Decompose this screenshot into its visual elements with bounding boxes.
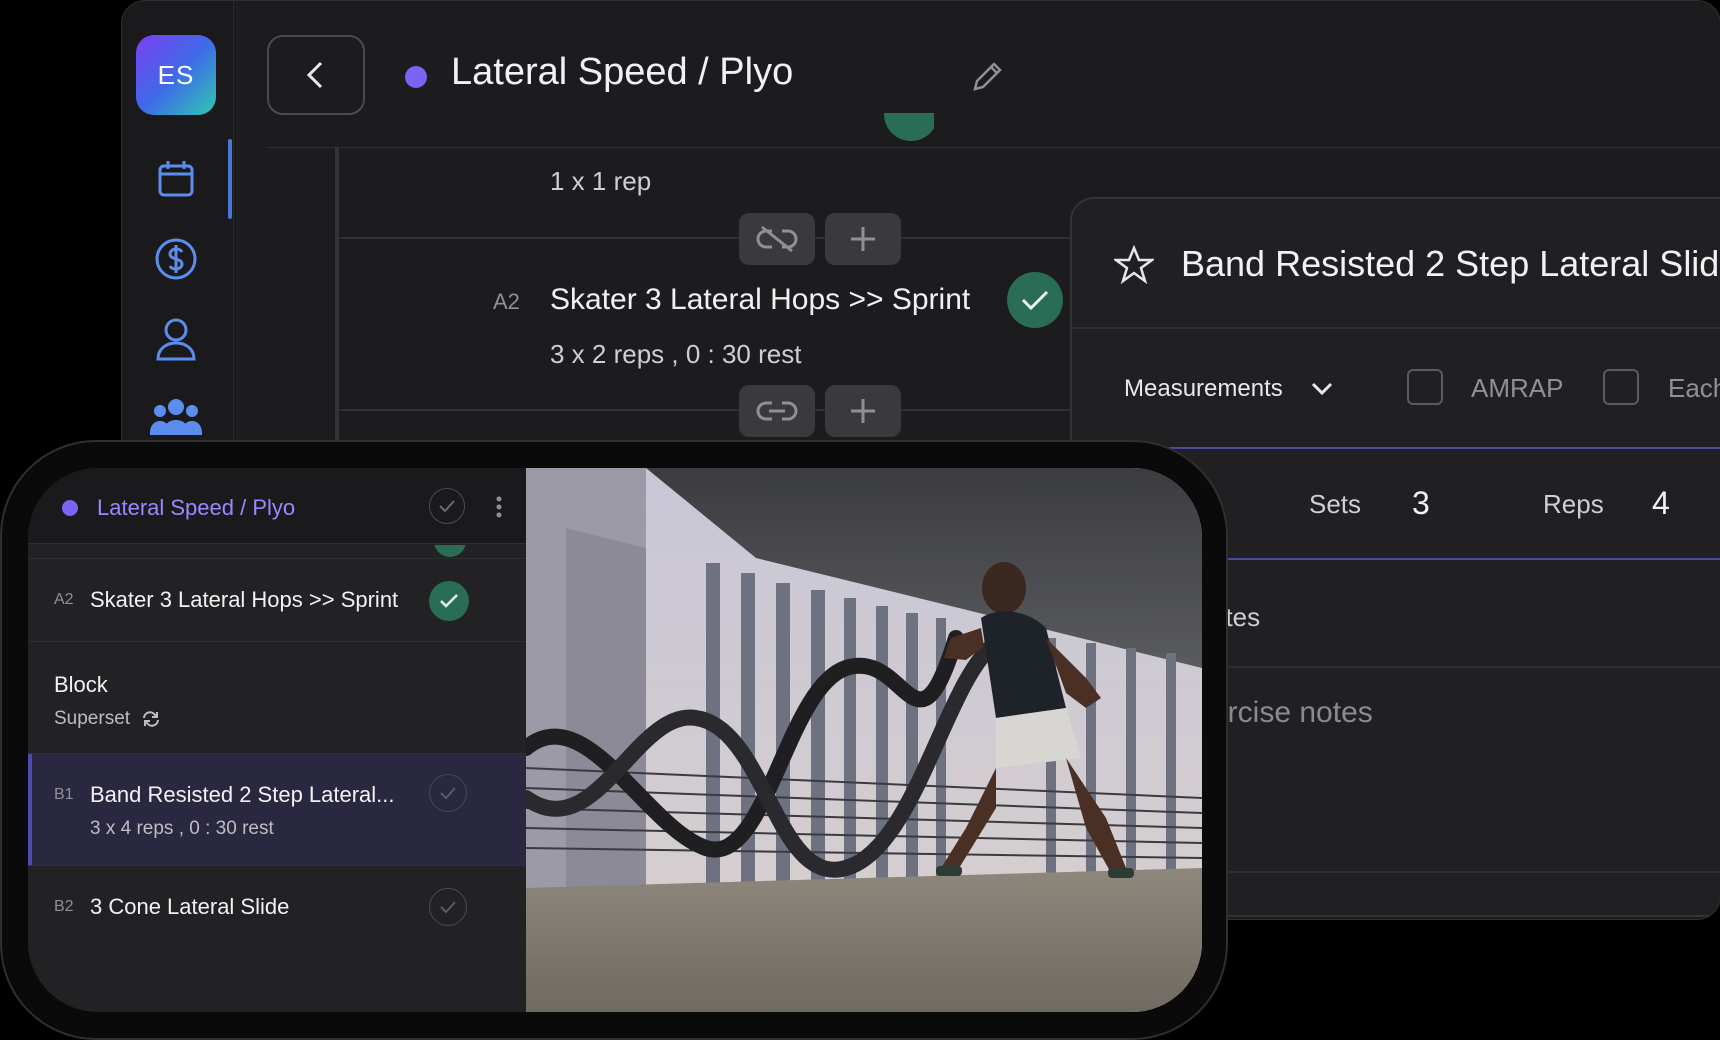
exercise-name: Skater 3 Lateral Hops >> Sprint bbox=[90, 587, 399, 612]
list-item-active[interactable]: B1 Band Resisted 2 Step Lateral... 3 x 4… bbox=[28, 754, 526, 866]
group-icon[interactable] bbox=[150, 391, 202, 443]
prev-complete-check-icon bbox=[884, 113, 934, 157]
detail-title: Band Resisted 2 Step Lateral Slide bbox=[1181, 243, 1720, 284]
workout-color-dot bbox=[405, 66, 427, 88]
add-exercise-button[interactable] bbox=[825, 385, 901, 437]
exercise-name[interactable]: Skater 3 Lateral Hops >> Sprint bbox=[550, 283, 970, 317]
block-type-label: Superset bbox=[54, 708, 131, 729]
each-checkbox[interactable] bbox=[1603, 369, 1639, 405]
list-item[interactable]: A2 Skater 3 Lateral Hops >> Sprint bbox=[28, 558, 526, 642]
phone-frame: Lateral Speed / Plyo A2 Skater 3 Lateral… bbox=[0, 440, 1228, 1040]
calendar-icon[interactable] bbox=[150, 153, 202, 205]
phone-header: Lateral Speed / Plyo bbox=[28, 468, 526, 544]
exercise-tag: A2 bbox=[493, 289, 520, 314]
top-divider bbox=[267, 147, 1720, 148]
complete-check-button[interactable] bbox=[429, 581, 469, 621]
exercise-name: 3 Cone Lateral Slide bbox=[90, 894, 290, 919]
reps-input[interactable]: 4 bbox=[1652, 485, 1670, 522]
link-button[interactable] bbox=[739, 385, 815, 437]
rail-active-indicator bbox=[228, 139, 232, 219]
star-favorite-icon[interactable] bbox=[1112, 244, 1156, 285]
repeat-icon bbox=[143, 711, 160, 727]
block-title: Block bbox=[54, 672, 108, 697]
exercise-summary: 3 x 2 reps , 0 : 30 rest bbox=[550, 339, 802, 369]
exercise-tag: B2 bbox=[54, 898, 74, 915]
dollar-icon[interactable] bbox=[150, 233, 202, 285]
sets-input[interactable]: 3 bbox=[1412, 485, 1430, 522]
measurements-dropdown[interactable]: Measurements bbox=[1124, 375, 1283, 403]
chevron-down-icon[interactable] bbox=[1308, 375, 1336, 403]
plus-icon bbox=[851, 399, 875, 423]
user-icon[interactable] bbox=[150, 313, 202, 365]
complete-workout-button[interactable] bbox=[429, 488, 465, 524]
prev-complete-check-icon bbox=[434, 545, 466, 557]
phone-workout-title: Lateral Speed / Plyo bbox=[97, 495, 296, 520]
check-icon bbox=[1021, 290, 1049, 311]
amrap-label: AMRAP bbox=[1471, 373, 1564, 403]
exercise-tag: B1 bbox=[54, 786, 74, 803]
edit-pencil-icon[interactable] bbox=[967, 57, 1007, 97]
add-exercise-button[interactable] bbox=[825, 213, 901, 265]
sets-label: Sets bbox=[1309, 489, 1362, 519]
battle-ropes-illustration bbox=[526, 468, 1202, 1012]
plus-icon bbox=[851, 227, 875, 251]
page-title: Lateral Speed / Plyo bbox=[451, 51, 794, 93]
unlink-button[interactable] bbox=[739, 213, 815, 265]
block-header[interactable]: Block Superset bbox=[28, 642, 526, 754]
phone-exercise-list: Lateral Speed / Plyo A2 Skater 3 Lateral… bbox=[28, 468, 526, 1012]
back-button[interactable] bbox=[267, 35, 365, 115]
avatar-initials: ES bbox=[157, 59, 195, 90]
top-bar: Lateral Speed / Plyo bbox=[234, 1, 1720, 149]
complete-check-button[interactable] bbox=[429, 774, 467, 812]
chevron-left-icon bbox=[306, 61, 323, 89]
block-type: Superset bbox=[54, 708, 161, 730]
unlink-icon bbox=[756, 225, 798, 253]
check-icon bbox=[440, 787, 456, 800]
exercise-notes-input[interactable]: ercise notes bbox=[1211, 696, 1373, 730]
block-rail-bar bbox=[335, 148, 339, 448]
detail-divider bbox=[1072, 327, 1720, 329]
exercise-name: Band Resisted 2 Step Lateral... bbox=[90, 782, 395, 807]
check-icon bbox=[440, 594, 458, 608]
avatar[interactable]: ES bbox=[136, 35, 216, 115]
exercise-summary: 3 x 4 reps , 0 : 30 rest bbox=[90, 818, 274, 839]
list-item[interactable]: B2 3 Cone Lateral Slide bbox=[28, 866, 526, 950]
check-icon bbox=[440, 901, 456, 914]
more-options-icon[interactable] bbox=[494, 494, 504, 520]
each-label: Each bbox=[1668, 373, 1720, 403]
amrap-checkbox[interactable] bbox=[1407, 369, 1443, 405]
exercise-demo-image bbox=[526, 468, 1202, 1012]
prev-exercise-summary: 1 x 1 rep bbox=[550, 166, 652, 196]
phone-screen: Lateral Speed / Plyo A2 Skater 3 Lateral… bbox=[28, 468, 1202, 1012]
link-icon bbox=[756, 401, 798, 421]
reps-label: Reps bbox=[1543, 489, 1604, 519]
exercise-tag: A2 bbox=[54, 591, 74, 608]
complete-check-button[interactable] bbox=[429, 888, 467, 926]
check-icon bbox=[439, 500, 455, 513]
workout-color-dot bbox=[62, 500, 78, 516]
complete-check-button[interactable] bbox=[1007, 272, 1063, 328]
